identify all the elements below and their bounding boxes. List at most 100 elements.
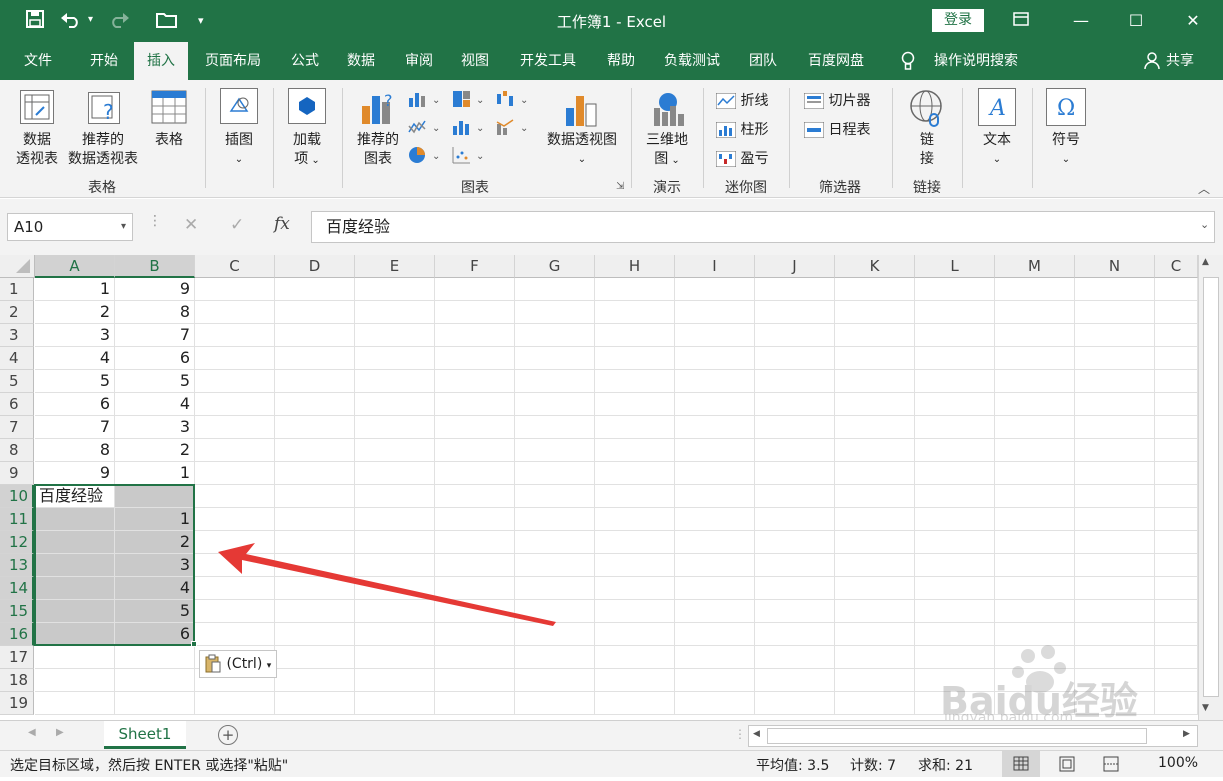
hierarchy-chart-icon[interactable]: ⌄	[452, 90, 486, 112]
cell[interactable]	[35, 508, 115, 531]
cell[interactable]: 8	[115, 301, 195, 324]
cell[interactable]	[755, 531, 835, 554]
tab-home[interactable]: 开始	[80, 42, 128, 80]
row-header[interactable]: 9	[0, 462, 34, 485]
cell[interactable]	[195, 278, 275, 301]
column-header[interactable]: C	[1155, 255, 1198, 278]
cell[interactable]	[1155, 485, 1198, 508]
cell[interactable]	[1075, 278, 1155, 301]
cell[interactable]	[675, 600, 755, 623]
cell[interactable]	[755, 439, 835, 462]
cell[interactable]	[435, 462, 515, 485]
cell[interactable]	[435, 439, 515, 462]
cell[interactable]	[275, 508, 355, 531]
cell[interactable]	[1155, 278, 1198, 301]
cell[interactable]	[595, 485, 675, 508]
cell[interactable]	[1155, 577, 1198, 600]
cell[interactable]	[1155, 669, 1198, 692]
cell[interactable]	[195, 301, 275, 324]
pivot-table-button[interactable]: 数据 透视表	[8, 131, 66, 169]
cell[interactable]	[675, 669, 755, 692]
cell[interactable]	[915, 600, 995, 623]
cell[interactable]	[1155, 324, 1198, 347]
row-header[interactable]: 6	[0, 393, 34, 416]
cell[interactable]	[835, 577, 915, 600]
tab-page-layout[interactable]: 页面布局	[196, 42, 270, 80]
column-chart-icon[interactable]: ⌄	[408, 90, 442, 112]
cell[interactable]: 7	[115, 324, 195, 347]
column-header[interactable]: A	[35, 255, 115, 278]
cell[interactable]	[595, 669, 675, 692]
cell[interactable]	[835, 692, 915, 715]
cell[interactable]: 3	[115, 416, 195, 439]
enter-check-icon[interactable]: ✓	[230, 215, 244, 235]
cell[interactable]: 6	[115, 347, 195, 370]
sparkline-column-button[interactable]: 柱形	[715, 119, 768, 139]
cell[interactable]	[675, 278, 755, 301]
cell[interactable]	[275, 301, 355, 324]
column-header[interactable]: C	[195, 255, 275, 278]
cell[interactable]	[355, 508, 435, 531]
cell[interactable]	[355, 301, 435, 324]
cell[interactable]	[835, 554, 915, 577]
cell[interactable]	[515, 301, 595, 324]
cell[interactable]	[275, 646, 355, 669]
cell[interactable]	[1155, 600, 1198, 623]
cell[interactable]	[1075, 462, 1155, 485]
cell[interactable]	[35, 577, 115, 600]
cell[interactable]	[915, 623, 995, 646]
cell[interactable]	[1155, 301, 1198, 324]
cell[interactable]	[595, 554, 675, 577]
cell[interactable]	[435, 393, 515, 416]
cell[interactable]: 1	[115, 462, 195, 485]
column-header[interactable]: D	[275, 255, 355, 278]
tab-insert[interactable]: 插入	[134, 42, 188, 80]
cell[interactable]	[835, 324, 915, 347]
cell[interactable]	[675, 439, 755, 462]
cell[interactable]	[195, 439, 275, 462]
cell[interactable]	[915, 508, 995, 531]
cell[interactable]	[195, 692, 275, 715]
cell[interactable]	[915, 554, 995, 577]
cell[interactable]	[1075, 577, 1155, 600]
cell[interactable]	[675, 646, 755, 669]
row-header[interactable]: 1	[0, 278, 34, 301]
cell[interactable]	[595, 646, 675, 669]
zoom-level[interactable]: 100%	[1158, 755, 1198, 771]
cell[interactable]	[835, 508, 915, 531]
ribbon-display-icon[interactable]	[998, 6, 1044, 36]
cell[interactable]	[195, 324, 275, 347]
cell[interactable]: 4	[115, 577, 195, 600]
close-button[interactable]: ✕	[1170, 6, 1216, 36]
tab-review[interactable]: 审阅	[396, 42, 442, 80]
cell[interactable]	[835, 600, 915, 623]
minimize-button[interactable]: —	[1058, 6, 1104, 36]
cell[interactable]	[275, 347, 355, 370]
cell[interactable]	[755, 347, 835, 370]
cell[interactable]	[1155, 393, 1198, 416]
cell[interactable]	[995, 600, 1075, 623]
cell[interactable]: 5	[35, 370, 115, 393]
cell[interactable]	[1155, 370, 1198, 393]
row-header[interactable]: 19	[0, 692, 34, 715]
cell[interactable]	[355, 370, 435, 393]
column-header[interactable]: M	[995, 255, 1075, 278]
cell[interactable]	[515, 462, 595, 485]
cell[interactable]	[355, 646, 435, 669]
row-header[interactable]: 17	[0, 646, 34, 669]
cell[interactable]	[915, 393, 995, 416]
column-header[interactable]: K	[835, 255, 915, 278]
cell[interactable]	[755, 485, 835, 508]
name-box-dropdown-icon[interactable]: ▾	[121, 214, 126, 240]
cell[interactable]	[835, 485, 915, 508]
row-header[interactable]: 2	[0, 301, 34, 324]
cell[interactable]	[595, 439, 675, 462]
add-sheet-icon[interactable]: +	[218, 725, 238, 745]
row-header[interactable]: 15	[0, 600, 34, 623]
cell[interactable]	[115, 646, 195, 669]
cell[interactable]	[515, 485, 595, 508]
cell[interactable]	[915, 324, 995, 347]
tab-view[interactable]: 视图	[452, 42, 498, 80]
cell[interactable]	[195, 508, 275, 531]
cell[interactable]	[835, 646, 915, 669]
